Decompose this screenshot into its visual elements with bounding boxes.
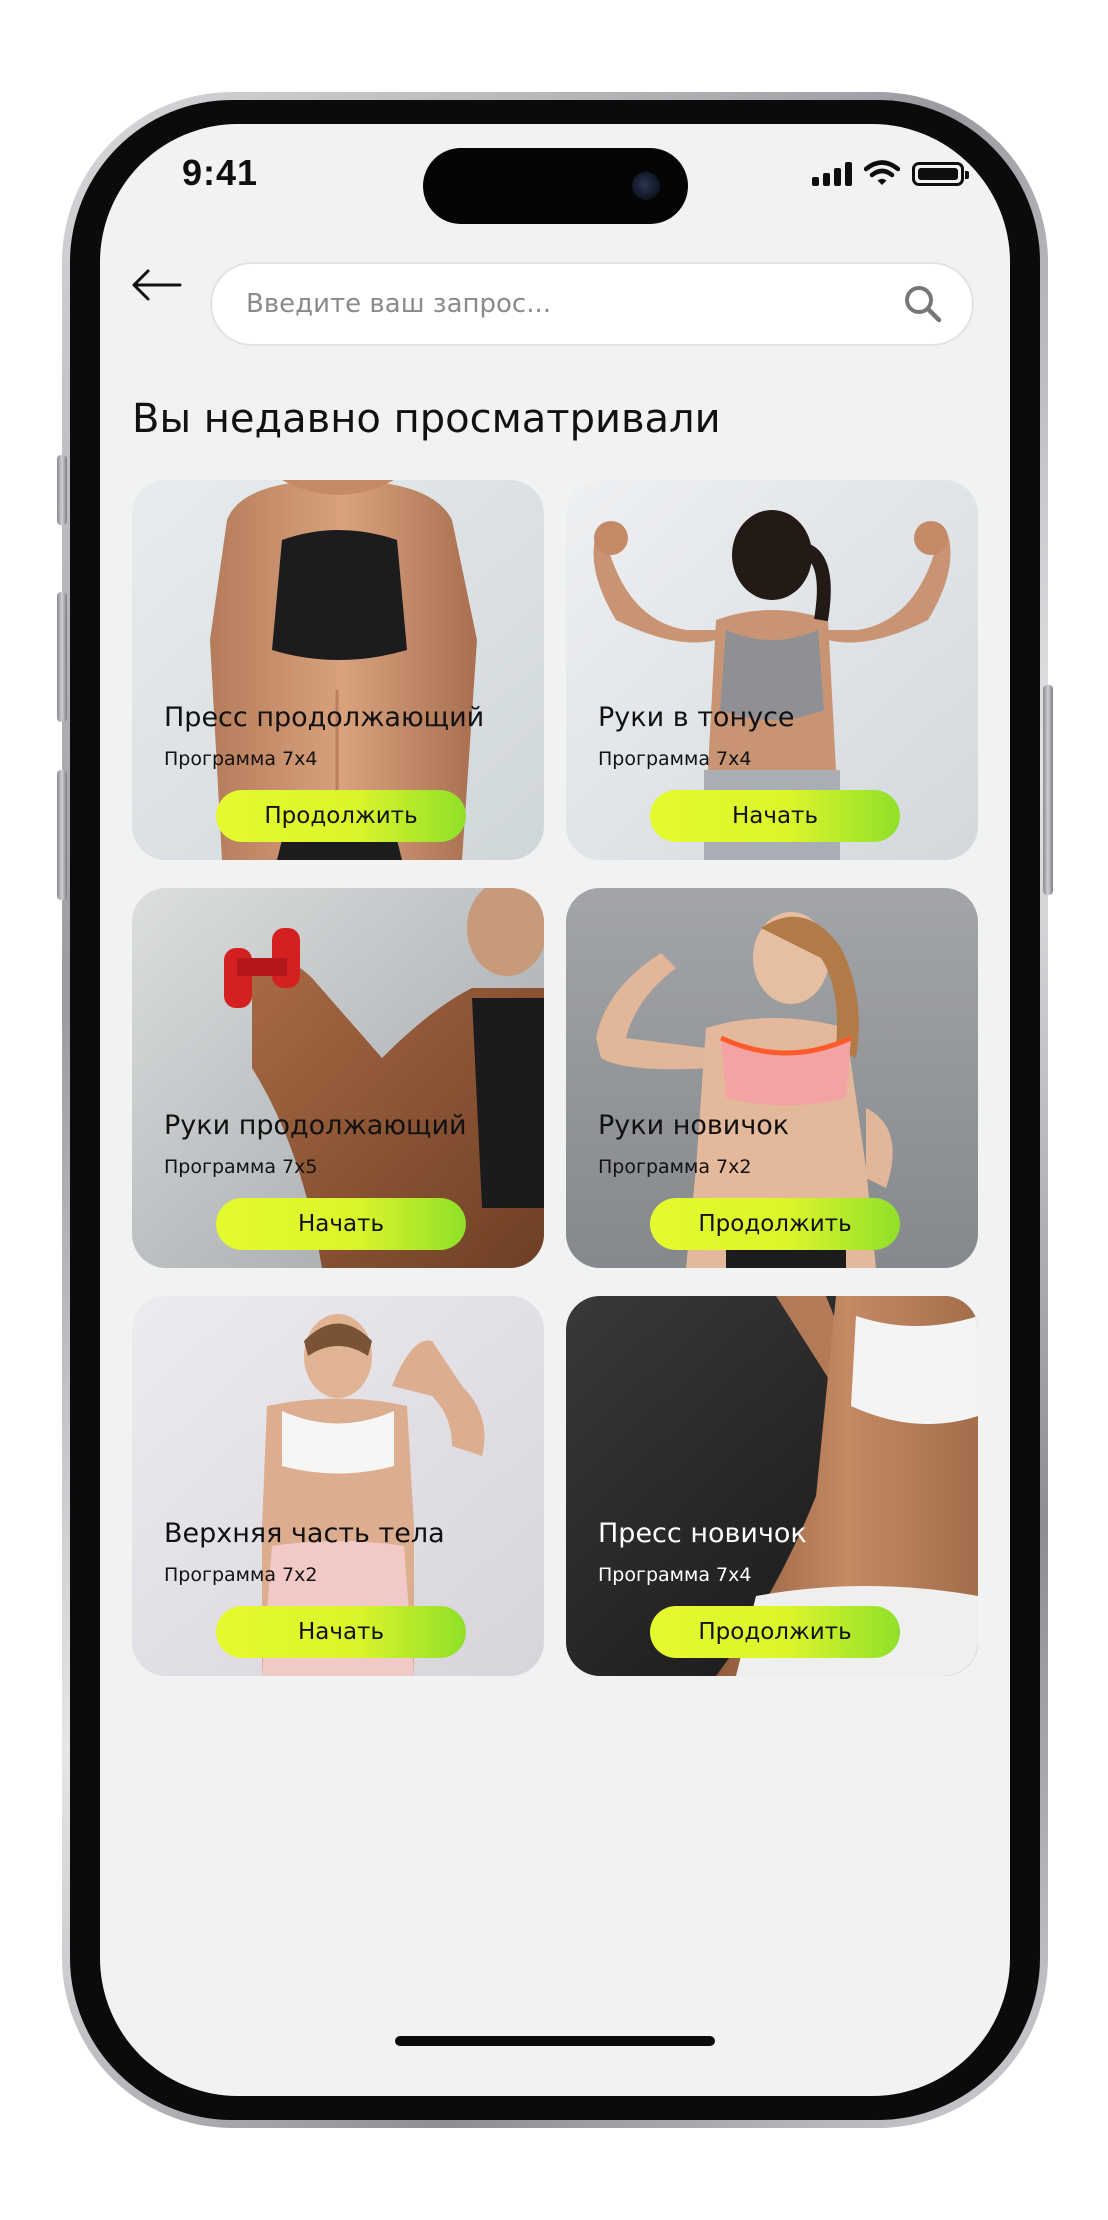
program-title: Руки новичок	[598, 1110, 790, 1141]
program-title: Руки в тонусе	[598, 702, 795, 733]
status-icons	[812, 160, 969, 186]
program-card[interactable]: Руки новичок Программа 7x2 Продолжить	[566, 888, 978, 1268]
program-subtitle: Программа 7x4	[598, 1564, 752, 1586]
search-input[interactable]	[244, 288, 902, 320]
power-button	[1043, 685, 1053, 895]
action-button	[57, 455, 67, 525]
start-button[interactable]: Начать	[216, 1198, 466, 1250]
program-card[interactable]: Руки продолжающий Программа 7x5 Начать	[132, 888, 544, 1268]
program-subtitle: Программа 7x4	[598, 748, 752, 770]
cellular-signal-icon	[812, 162, 852, 186]
program-title: Верхняя часть тела	[164, 1518, 445, 1549]
app-screen: 9:41 Вы н	[100, 124, 1010, 2096]
start-button[interactable]: Начать	[650, 790, 900, 842]
device-mockup: 9:41 Вы н	[0, 0, 1108, 2220]
program-subtitle: Программа 7x5	[164, 1156, 318, 1178]
volume-down-button	[57, 770, 67, 900]
front-camera	[632, 172, 660, 200]
dynamic-island	[423, 148, 688, 224]
battery-icon	[912, 162, 969, 186]
wifi-icon	[864, 160, 900, 185]
section-title: Вы недавно просматривали	[132, 396, 721, 442]
start-button[interactable]: Начать	[216, 1606, 466, 1658]
program-card[interactable]: Пресс продолжающий Программа 7x4 Продолж…	[132, 480, 544, 860]
continue-button[interactable]: Продолжить	[650, 1606, 900, 1658]
program-card[interactable]: Руки в тонусе Программа 7x4 Начать	[566, 480, 978, 860]
program-title: Пресс продолжающий	[164, 702, 485, 733]
program-card[interactable]: Пресс новичок Программа 7x4 Продолжить	[566, 1296, 978, 1676]
program-title: Руки продолжающий	[164, 1110, 467, 1141]
back-button[interactable]	[126, 260, 186, 310]
home-indicator[interactable]	[395, 2036, 715, 2046]
search-icon[interactable]	[902, 283, 944, 325]
program-subtitle: Программа 7x2	[598, 1156, 752, 1178]
program-title: Пресс новичок	[598, 1518, 807, 1549]
program-subtitle: Программа 7x2	[164, 1564, 318, 1586]
continue-button[interactable]: Продолжить	[650, 1198, 900, 1250]
status-time: 9:41	[182, 152, 259, 193]
program-subtitle: Программа 7x4	[164, 748, 318, 770]
search-bar[interactable]	[210, 262, 974, 346]
arrow-left-icon	[132, 269, 182, 301]
program-card[interactable]: Верхняя часть тела Программа 7x2 Начать	[132, 1296, 544, 1676]
volume-up-button	[57, 592, 67, 722]
continue-button[interactable]: Продолжить	[216, 790, 466, 842]
recent-programs-grid: Пресс продолжающий Программа 7x4 Продолж…	[132, 480, 978, 1676]
